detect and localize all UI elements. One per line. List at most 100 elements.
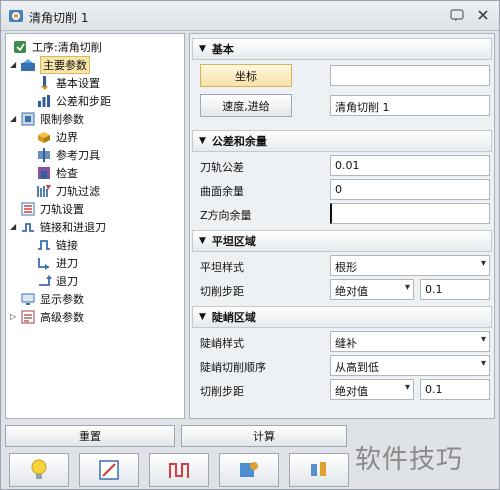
section-title: 平坦区域 <box>211 235 256 248</box>
tree-item-label: 参考刀具 <box>56 148 100 162</box>
title-bar: 清角切削 1 <box>1 1 499 31</box>
cleanup-tool-icon <box>9 10 23 22</box>
tree-item-main-params[interactable]: 主要参数 <box>20 55 90 74</box>
reset-button[interactable]: 重置 <box>5 425 175 447</box>
collapse-triangle-icon: ▼ <box>199 312 206 322</box>
tree-root[interactable]: 工序:清角切削 <box>12 38 102 55</box>
flat-step-value-field[interactable]: 0.1 <box>420 279 490 300</box>
steep-order-select[interactable]: 从高到低 <box>330 355 490 376</box>
tree-item-label: 基本设置 <box>56 76 100 90</box>
tree-item-reference-tool[interactable]: 参考刀具 <box>36 146 100 163</box>
collapse-triangle-icon: ▼ <box>199 136 206 146</box>
steep-step-mode-select[interactable]: 绝对值 <box>330 379 414 400</box>
tree-item-link-approach[interactable]: 链接和进退刀 <box>20 218 106 235</box>
hint-tool-button[interactable] <box>9 453 69 487</box>
flat-style-label: 平坦样式 <box>200 261 244 274</box>
limit-params-icon <box>21 112 35 125</box>
section-title: 公差和余量 <box>211 135 267 148</box>
lightbulb-icon <box>31 459 47 479</box>
tree-item-tolerance-step[interactable]: 公差和步距 <box>36 92 111 109</box>
steep-step-value-field[interactable]: 0.1 <box>420 379 490 400</box>
tree-item-display-params[interactable]: 显示参数 <box>20 290 84 307</box>
verify-icon <box>240 462 258 477</box>
coord-row: 坐标 <box>192 64 492 87</box>
tree-item-label: 链接和进退刀 <box>40 220 106 234</box>
collapse-triangle-icon: ▼ <box>199 44 206 54</box>
flat-step-row: 切削步距 绝对值 0.1 <box>192 278 492 301</box>
section-steep-header[interactable]: ▼ 陡峭区域 <box>192 306 492 328</box>
steep-step-label: 切削步距 <box>200 385 244 398</box>
tree-item-label: 刀轨设置 <box>40 202 84 216</box>
speed-feed-button[interactable]: 速度,进给 <box>200 94 292 117</box>
tree-item-label: 链接 <box>56 238 78 252</box>
collapse-triangle-icon: ▼ <box>199 236 206 246</box>
tree-item-limit-params[interactable]: 限制参数 <box>20 110 84 127</box>
tree-item-boundary[interactable]: 边界 <box>36 128 78 145</box>
tree-item-label: 刀轨过滤 <box>56 184 100 198</box>
display-params-icon <box>21 293 35 305</box>
watermark-text: 软件技巧 <box>355 445 464 475</box>
surface-stock-field[interactable]: 0 <box>330 179 490 200</box>
tree-item-link[interactable]: 链接 <box>36 236 78 253</box>
advanced-params-icon <box>21 310 35 323</box>
main-params-icon <box>21 58 35 71</box>
tree-item-basic-settings[interactable]: 基本设置 <box>36 74 100 91</box>
tree-item-check[interactable]: 检查 <box>36 164 78 181</box>
tree-item-label: 限制参数 <box>40 112 84 126</box>
section-basic-header[interactable]: ▼ 基本 <box>192 38 492 60</box>
path-tolerance-row: 刀轨公差 0.01 <box>192 154 492 177</box>
z-stock-field[interactable] <box>330 203 490 224</box>
path-tolerance-field[interactable]: 0.01 <box>330 155 490 176</box>
dialog-window: 清角切削 1 工序:清角切削 ◢ 主要参数 基本设置 公差和步距 ◢ 限制参数 … <box>0 0 500 490</box>
collapse-arrow-icon[interactable]: ◢ <box>10 115 18 123</box>
section-tolerance-header[interactable]: ▼ 公差和余量 <box>192 130 492 152</box>
parameter-tree: 工序:清角切削 ◢ 主要参数 基本设置 公差和步距 ◢ 限制参数 边界 参考刀具… <box>5 33 185 419</box>
section-title: 陡峭区域 <box>211 311 256 324</box>
tree-item-label: 边界 <box>56 130 78 144</box>
reference-tool-icon <box>38 147 50 162</box>
tree-item-path-settings[interactable]: 刀轨设置 <box>20 200 84 217</box>
close-icon[interactable] <box>475 7 491 23</box>
path-filter-icon <box>37 184 51 197</box>
speed-feed-field[interactable]: 清角切削 1 <box>330 95 490 116</box>
tree-item-retract[interactable]: 退刀 <box>36 272 78 289</box>
operation-icon <box>14 40 26 53</box>
tree-item-path-filter[interactable]: 刀轨过滤 <box>36 182 100 199</box>
window-title: 清角切削 1 <box>29 11 89 25</box>
simulate-icon <box>311 462 326 476</box>
surface-stock-row: 曲面余量 0 <box>192 178 492 201</box>
tree-item-label: 检查 <box>56 166 78 180</box>
flat-step-mode-select[interactable]: 绝对值 <box>330 279 414 300</box>
section-title: 基本 <box>211 43 234 56</box>
coordinate-field[interactable] <box>330 65 490 86</box>
flat-style-row: 平坦样式 根形 <box>192 254 492 277</box>
tree-item-label: 进刀 <box>56 256 78 270</box>
flat-style-select[interactable]: 根形 <box>330 255 490 276</box>
collapse-arrow-icon[interactable]: ◢ <box>10 223 18 231</box>
settings-panel: ▼ 基本 坐标 速度,进给 清角切削 1 ▼ 公差和余量 刀轨公差 0.01 曲… <box>189 33 495 419</box>
tolerance-icon <box>38 94 50 107</box>
simulate-tool-button[interactable] <box>289 453 349 487</box>
z-stock-label: Z方向余量 <box>200 209 252 222</box>
help-icon[interactable] <box>449 7 465 23</box>
section-flat-header[interactable]: ▼ 平坦区域 <box>192 230 492 252</box>
expand-arrow-icon[interactable]: ▷ <box>10 313 18 321</box>
coordinate-button[interactable]: 坐标 <box>200 64 292 87</box>
tree-item-advanced-params[interactable]: 高级参数 <box>20 308 84 325</box>
tool-settings-icon <box>41 75 48 90</box>
calculate-button[interactable]: 计算 <box>181 425 347 447</box>
edit-tool-button[interactable] <box>79 453 139 487</box>
boundary-icon <box>38 131 50 143</box>
path-tool-button[interactable] <box>149 453 209 487</box>
steep-style-select[interactable]: 缝补 <box>330 331 490 352</box>
path-settings-icon <box>21 202 35 215</box>
z-stock-row: Z方向余量 <box>192 202 492 225</box>
retract-icon <box>39 274 52 286</box>
tree-item-approach[interactable]: 进刀 <box>36 254 78 271</box>
verify-tool-button[interactable] <box>219 453 279 487</box>
link-icon <box>38 239 50 250</box>
check-geometry-icon <box>38 166 50 179</box>
collapse-arrow-icon[interactable]: ◢ <box>10 61 18 69</box>
tree-item-label: 主要参数 <box>40 55 90 74</box>
tree-item-label: 显示参数 <box>40 292 84 306</box>
